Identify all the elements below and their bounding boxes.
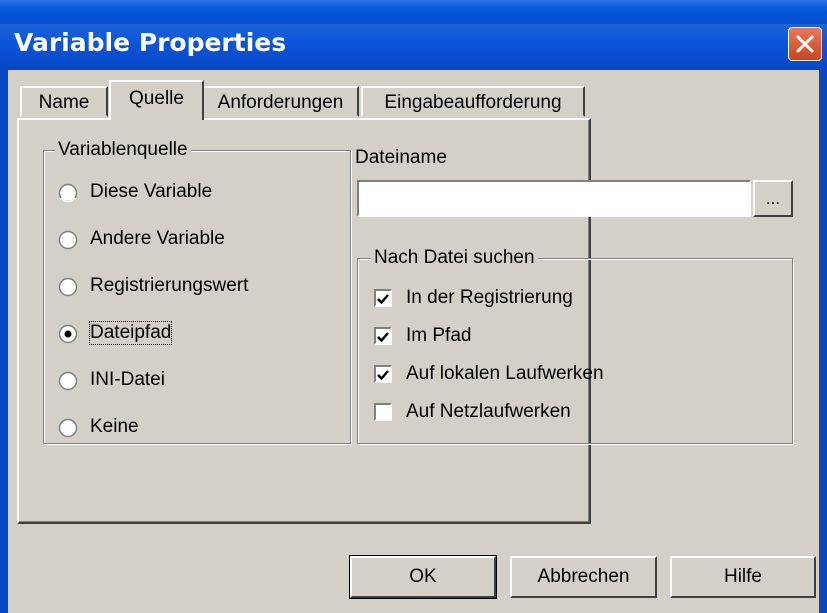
checkbox-box bbox=[374, 365, 392, 383]
radio-label: Registrierungswert bbox=[90, 275, 249, 296]
cancel-button-label: Abbrechen bbox=[537, 566, 630, 587]
search-groupbox: Nach Datei suchen In der Registrierung I… bbox=[357, 247, 793, 444]
tab-eingabeaufforderung[interactable]: Eingabeaufforderung bbox=[361, 86, 585, 117]
radio-label: Andere Variable bbox=[90, 228, 225, 249]
help-button-label: Hilfe bbox=[723, 566, 762, 587]
radio-circle bbox=[58, 183, 78, 203]
window-title: Variable Properties bbox=[14, 28, 287, 57]
radio-label: Dateipfad bbox=[88, 321, 173, 345]
checkmark-icon bbox=[377, 332, 389, 343]
close-button[interactable] bbox=[788, 27, 822, 61]
tab-pane: Variablenquelle Diese Variable Andere Va… bbox=[17, 118, 793, 524]
filename-input[interactable] bbox=[357, 180, 751, 217]
checkmark-icon bbox=[377, 370, 389, 381]
help-button[interactable]: Hilfe bbox=[670, 556, 816, 598]
tab-eingabeaufforderung-label: Eingabeaufforderung bbox=[384, 92, 562, 113]
search-group-title: Nach Datei suchen bbox=[371, 247, 538, 269]
tab-quelle[interactable]: Quelle bbox=[109, 80, 204, 120]
tab-name-label: Name bbox=[38, 92, 90, 113]
radio-circle bbox=[58, 371, 78, 391]
source-group-title: Variablenquelle bbox=[55, 139, 191, 161]
window-frame-right bbox=[819, 70, 827, 613]
dialog-content: Name Quelle Anforderungen Eingabeaufford… bbox=[8, 70, 819, 613]
radio-circle-selected bbox=[58, 324, 78, 344]
radio-circle bbox=[58, 230, 78, 250]
radio-label: Keine bbox=[90, 416, 139, 437]
checkbox-label: In der Registrierung bbox=[406, 287, 573, 308]
tab-name[interactable]: Name bbox=[20, 86, 108, 117]
tab-anforderungen[interactable]: Anforderungen bbox=[202, 86, 359, 117]
checkbox-label: Im Pfad bbox=[406, 325, 472, 346]
ok-button[interactable]: OK bbox=[349, 555, 497, 599]
cancel-button[interactable]: Abbrechen bbox=[510, 556, 657, 598]
checkmark-icon bbox=[377, 294, 389, 305]
ok-button-label: OK bbox=[409, 566, 437, 587]
checkbox-box bbox=[374, 403, 392, 421]
radio-circle bbox=[58, 277, 78, 297]
checkbox-label: Auf lokalen Laufwerken bbox=[406, 363, 604, 384]
window-frame-left bbox=[0, 70, 8, 613]
radio-label: Diese Variable bbox=[90, 181, 213, 202]
source-groupbox: Variablenquelle Diese Variable Andere Va… bbox=[43, 139, 351, 444]
title-bar-top bbox=[0, 0, 827, 24]
checkbox-box bbox=[374, 289, 392, 307]
tab-anforderungen-label: Anforderungen bbox=[217, 92, 344, 113]
radio-circle bbox=[58, 418, 78, 438]
dialog-window: Variable Properties Name Quelle Anforder… bbox=[0, 0, 827, 613]
checkbox-label: Auf Netzlaufwerken bbox=[406, 401, 571, 422]
tab-quelle-label: Quelle bbox=[129, 88, 184, 109]
browse-button[interactable]: ... bbox=[753, 180, 793, 217]
filename-label: Dateiname bbox=[355, 147, 447, 168]
radio-label: INI-Datei bbox=[90, 369, 165, 390]
close-icon bbox=[796, 35, 814, 53]
browse-button-label: ... bbox=[765, 189, 781, 208]
checkbox-box bbox=[374, 327, 392, 345]
